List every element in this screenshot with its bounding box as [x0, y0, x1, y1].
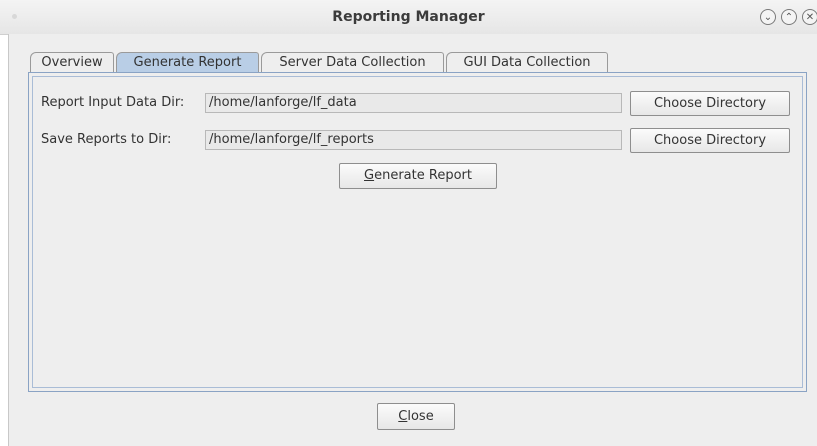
close-button[interactable]: Close: [377, 403, 455, 430]
generate-report-panel: [28, 72, 807, 392]
window-title: Reporting Manager: [332, 9, 485, 25]
generate-mnemonic: G: [364, 168, 375, 183]
input-dir-label: Report Input Data Dir:: [41, 95, 185, 110]
tab-generate-report[interactable]: Generate Report: [116, 52, 259, 73]
save-dir-field[interactable]: /home/lanforge/lf_reports: [205, 130, 622, 150]
choose-save-dir-button[interactable]: Choose Directory: [630, 128, 790, 153]
choose-input-dir-button[interactable]: Choose Directory: [630, 91, 790, 116]
maximize-icon[interactable]: ⌃: [781, 9, 797, 25]
panel-inner-border: [32, 76, 803, 388]
close-icon[interactable]: ✕: [802, 9, 817, 25]
title-bar: Reporting Manager ⌄ ⌃ ✕: [0, 0, 817, 35]
generate-report-button[interactable]: Generate Report: [339, 163, 497, 189]
save-dir-label: Save Reports to Dir:: [41, 132, 172, 147]
tab-overview[interactable]: Overview: [30, 52, 114, 72]
close-label-rest: lose: [407, 409, 434, 424]
close-mnemonic: C: [398, 409, 408, 424]
input-dir-field[interactable]: /home/lanforge/lf_data: [205, 93, 622, 113]
tab-server-data-collection[interactable]: Server Data Collection: [261, 52, 444, 72]
generate-label-rest: enerate Report: [374, 168, 472, 183]
minimize-icon[interactable]: ⌄: [760, 9, 776, 25]
tab-gui-data-collection[interactable]: GUI Data Collection: [446, 52, 608, 72]
